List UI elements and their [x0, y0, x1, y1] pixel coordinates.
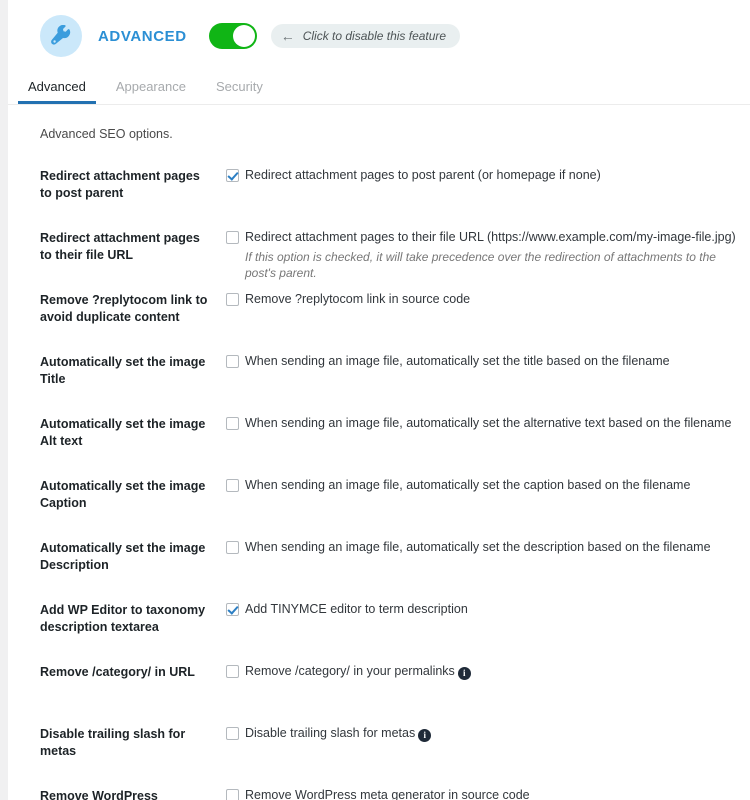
feature-header: ADVANCED ← Click to disable this feature — [8, 0, 750, 72]
toggle-hint-tooltip: ← Click to disable this feature — [270, 24, 461, 48]
checkbox-line: When sending an image file, automaticall… — [226, 477, 750, 493]
setting-field: Remove ?replytocom link in source code — [218, 291, 750, 307]
checkbox-label[interactable]: Remove /category/ in your permalinks i — [245, 663, 471, 681]
setting-label: Automatically set the image Description — [40, 541, 206, 572]
setting-checkbox[interactable] — [226, 417, 239, 430]
checkbox-label[interactable]: When sending an image file, automaticall… — [245, 477, 690, 493]
setting-field: When sending an image file, automaticall… — [218, 477, 750, 493]
setting-row: Redirect attachment pages to their file … — [8, 229, 750, 291]
setting-checkbox[interactable] — [226, 479, 239, 492]
settings-tabs: Advanced Appearance Security — [8, 72, 750, 104]
setting-label: Remove /category/ in URL — [40, 665, 195, 679]
setting-checkbox[interactable] — [226, 789, 239, 800]
setting-field: When sending an image file, automaticall… — [218, 415, 750, 431]
setting-label: Redirect attachment pages to post parent — [40, 169, 200, 200]
tooltip-text: Click to disable this feature — [302, 29, 447, 43]
feature-enable-toggle[interactable] — [208, 23, 257, 49]
setting-row: Automatically set the image Title When se… — [8, 353, 750, 415]
setting-checkbox[interactable] — [226, 603, 239, 616]
setting-checkbox[interactable] — [226, 727, 239, 740]
checkbox-label[interactable]: When sending an image file, automaticall… — [245, 539, 711, 555]
setting-label: Redirect attachment pages to their file … — [40, 231, 200, 262]
setting-row: Automatically set the image Description W… — [8, 539, 750, 601]
setting-help-text: If this option is checked, it will take … — [245, 250, 716, 280]
setting-field: Remove WordPress meta generator in sourc… — [218, 787, 750, 800]
checkbox-label[interactable]: Disable trailing slash for metas i — [245, 725, 432, 743]
checkbox-label[interactable]: Remove ?replytocom link in source code — [245, 291, 470, 307]
setting-row: Remove WordPress generator meta tag Remov… — [8, 787, 750, 800]
setting-field: Disable trailing slash for metas i — [218, 725, 750, 743]
checkbox-line: When sending an image file, automaticall… — [226, 415, 750, 431]
checkbox-line: Remove ?replytocom link in source code — [226, 291, 750, 307]
checkbox-label[interactable]: Add TINYMCE editor to term description — [245, 601, 468, 617]
setting-field: Remove /category/ in your permalinks i — [218, 663, 750, 681]
setting-label: Remove WordPress generator meta tag — [40, 789, 158, 800]
setting-checkbox[interactable] — [226, 293, 239, 306]
setting-field: When sending an image file, automaticall… — [218, 353, 750, 369]
setting-row: Remove /category/ in URL Remove /category… — [8, 663, 750, 725]
tab-appearance[interactable]: Appearance — [106, 79, 196, 104]
info-icon[interactable]: i — [418, 729, 432, 743]
checkbox-line: Add TINYMCE editor to term description — [226, 601, 750, 617]
tab-advanced[interactable]: Advanced — [18, 79, 96, 104]
settings-content: Advanced SEO options. Redirect attachmen… — [8, 105, 750, 800]
checkbox-line: Remove /category/ in your permalinks i — [226, 663, 750, 681]
setting-field: Redirect attachment pages to their file … — [218, 229, 750, 281]
setting-row: Automatically set the image Caption When … — [8, 477, 750, 539]
setting-checkbox[interactable] — [226, 665, 239, 678]
checkbox-label[interactable]: When sending an image file, automaticall… — [245, 353, 670, 369]
setting-label: Automatically set the image Alt text — [40, 417, 206, 448]
setting-row: Redirect attachment pages to post parent… — [8, 167, 750, 229]
checkbox-line: Disable trailing slash for metas i — [226, 725, 750, 743]
setting-row: Automatically set the image Alt text When… — [8, 415, 750, 477]
setting-checkbox[interactable] — [226, 355, 239, 368]
setting-label: Disable trailing slash for metas — [40, 727, 186, 758]
setting-label: Add WP Editor to taxonomy description te… — [40, 603, 206, 634]
section-intro: Advanced SEO options. — [40, 127, 173, 141]
checkbox-label[interactable]: When sending an image file, automaticall… — [245, 415, 731, 431]
setting-field: Redirect attachment pages to post parent… — [218, 167, 750, 183]
wrench-icon — [40, 15, 82, 57]
setting-field: Add TINYMCE editor to term description — [218, 601, 750, 617]
checkbox-label[interactable]: Redirect attachment pages to their file … — [245, 229, 736, 245]
toggle-knob — [232, 25, 255, 47]
page-title: ADVANCED — [98, 27, 187, 45]
checkbox-line: When sending an image file, automaticall… — [226, 539, 750, 555]
arrow-left-icon: ← — [280, 28, 295, 44]
setting-row: Disable trailing slash for metas Disable … — [8, 725, 750, 787]
checkbox-line: Redirect attachment pages to post parent… — [226, 167, 750, 183]
setting-label: Automatically set the image Title — [40, 355, 206, 386]
setting-label: Automatically set the image Caption — [40, 479, 206, 510]
checkbox-line: Remove WordPress meta generator in sourc… — [226, 787, 750, 800]
setting-label: Remove ?replytocom link to avoid duplica… — [40, 293, 208, 324]
checkbox-line: Redirect attachment pages to their file … — [226, 229, 750, 245]
setting-checkbox[interactable] — [226, 231, 239, 244]
advanced-settings-page: ADVANCED ← Click to disable this feature… — [0, 0, 750, 800]
info-icon[interactable]: i — [457, 667, 471, 681]
setting-row: Add WP Editor to taxonomy description te… — [8, 601, 750, 663]
setting-field: When sending an image file, automaticall… — [218, 539, 750, 555]
checkbox-label[interactable]: Redirect attachment pages to post parent… — [245, 167, 601, 183]
tab-security[interactable]: Security — [206, 79, 273, 104]
checkbox-label[interactable]: Remove WordPress meta generator in sourc… — [245, 787, 530, 800]
setting-checkbox[interactable] — [226, 169, 239, 182]
checkbox-line: When sending an image file, automaticall… — [226, 353, 750, 369]
setting-checkbox[interactable] — [226, 541, 239, 554]
settings-rows: Redirect attachment pages to post parent… — [8, 167, 750, 800]
setting-row: Remove ?replytocom link to avoid duplica… — [8, 291, 750, 353]
